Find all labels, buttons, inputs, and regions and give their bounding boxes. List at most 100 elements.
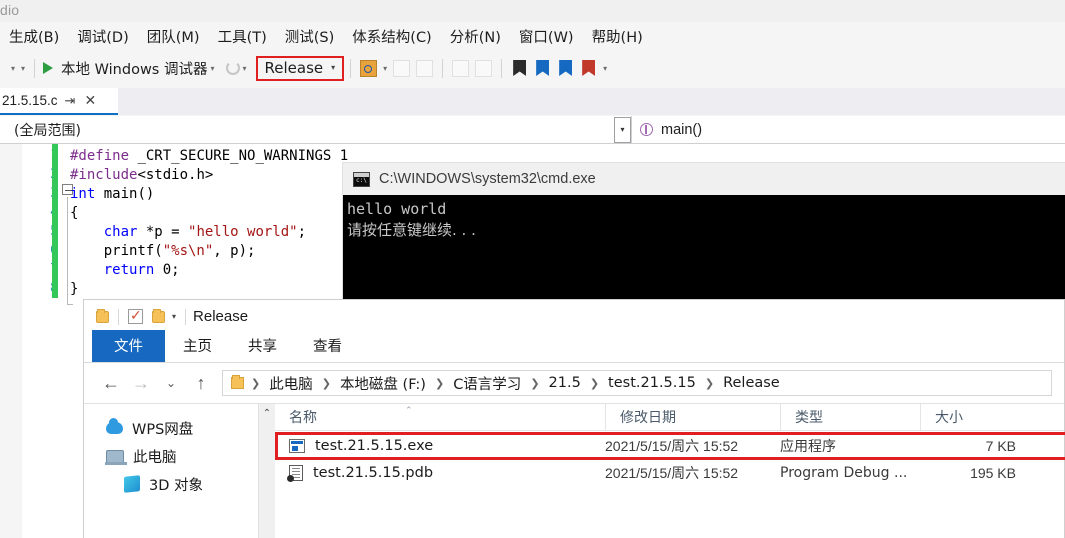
ribbon-tab-file[interactable]: 文件 [92,330,165,362]
recent-locations-caret-icon[interactable]: ⌄ [156,376,186,390]
solution-configuration-label: Release [264,58,324,77]
menu-debug[interactable]: 调试(D) [68,23,137,50]
nav-item-3d-objects[interactable]: 3D 对象 [84,470,258,498]
decrease-indent-icon[interactable] [452,59,470,77]
cmd-output-area: hello world 请按任意键继续. . . [343,195,1065,299]
nav-item-wps[interactable]: WPS网盘 [84,414,258,442]
start-debug-caret-icon[interactable]: ▾ [210,64,214,73]
command-prompt-window[interactable]: C:\WINDOWS\system32\cmd.exe hello world … [343,163,1065,299]
uncomment-selection-icon[interactable] [416,59,434,77]
quick-access-folder-icon[interactable] [96,308,109,323]
file-name-cell[interactable]: test.21.5.15.pdb [275,464,605,482]
start-debug-play-icon[interactable] [43,62,54,74]
cmd-output-line: 请按任意键继续. . . [347,221,476,239]
up-button[interactable]: ↑ [186,373,216,394]
file-type-cell: 应用程序 [780,438,836,455]
menu-tools[interactable]: 工具(T) [209,23,276,50]
menu-build[interactable]: 生成(B) [0,23,68,50]
refresh-icon[interactable] [225,61,240,75]
nav-item-label: 此电脑 [133,449,177,466]
code-line: printf("%s\n", p); [70,243,256,259]
column-header-date[interactable]: 修改日期 [605,403,780,431]
toggle-bookmark-icon[interactable] [513,60,526,76]
breadcrumb-separator: ❯ [530,377,540,390]
pin-icon[interactable]: ⇥ [65,93,76,109]
member-dropdown[interactable]: main() [632,116,1065,143]
increase-indent-icon[interactable] [475,59,493,77]
cmd-title-label: C:\WINDOWS\system32\cmd.exe [379,171,596,187]
editor-change-bar [52,144,58,298]
table-row[interactable]: test.21.5.15.pdb 2021/5/15/周六 15:52 Prog… [275,459,1064,486]
properties-checkbox-icon[interactable] [128,307,143,324]
previous-bookmark-icon[interactable] [536,60,549,76]
ribbon-tab-home[interactable]: 主页 [165,331,230,362]
menu-help[interactable]: 帮助(H) [583,23,652,50]
new-folder-icon[interactable] [152,308,165,323]
address-breadcrumb-field[interactable]: ❯ 此电脑 ❯ 本地磁盘 (F:) ❯ C语言学习 ❯ 21.5 ❯ test.… [222,370,1052,396]
ribbon-tab-view[interactable]: 查看 [295,331,360,362]
column-header-size[interactable]: 大小 [920,403,1030,431]
ribbon-tab-share[interactable]: 共享 [230,331,295,362]
menu-architecture[interactable]: 体系结构(C) [343,23,440,50]
document-tab-source-file[interactable]: 21.5.15.c ⇥ ✕ [0,88,118,115]
vs-title-text: dio [0,2,20,18]
member-dropdown-label: main() [661,121,703,138]
next-bookmark-icon[interactable] [559,60,572,76]
scroll-up-icon[interactable]: ⌃ [259,408,275,419]
screenshot-root: dio 生成(B) 调试(D) 团队(M) 工具(T) 测试(S) 体系结构(C… [0,0,1065,538]
find-in-files-icon[interactable] [360,59,378,77]
breadcrumb-separator: ❯ [434,377,445,390]
comment-selection-icon[interactable] [393,59,411,77]
title-separator-2 [185,308,187,325]
scope-dropdown-label: (全局范围) [14,122,81,139]
table-row[interactable]: test.21.5.15.exe 2021/5/15/周六 15:52 应用程序… [275,432,1064,459]
refresh-caret-icon[interactable]: ▾ [243,64,247,73]
forward-button[interactable]: → [126,373,156,394]
start-debug-label[interactable]: 本地 Windows 调试器 [61,58,207,79]
code-line: } [70,281,79,297]
pdb-icon [287,464,303,482]
file-name-cell[interactable]: test.21.5.15.exe [275,438,605,454]
method-icon [640,123,653,136]
file-list-pane[interactable]: 名称 ⌃ 修改日期 类型 大小 test.21.5.15.exe 2021/5/… [275,403,1065,538]
code-line: return 0; [103,262,180,278]
breadcrumb-separator: ❯ [321,377,331,390]
breadcrumb-separator: ❯ [251,377,261,390]
nav-item-label: 3D 对象 [149,477,203,494]
scope-dropdown[interactable]: (全局范围) ▾ [0,116,632,143]
column-header-type[interactable]: 类型 [780,403,920,431]
close-icon[interactable]: ✕ [84,92,96,109]
file-explorer-window[interactable]: ▾ Release 文件 主页 共享 查看 ← → ⌄ ↑ ❯ 此电脑 ❯ 本地… [83,299,1065,538]
solution-configuration-dropdown[interactable]: Release ▾ [255,55,345,81]
menu-window[interactable]: 窗口(W) [510,23,583,50]
outlining-end-marker [67,304,73,305]
breadcrumb-item-c-study[interactable]: C语言学习 [453,373,521,394]
vs-title-bar: dio [0,0,1065,22]
toolbar-overflow-caret-left[interactable]: ▾ [11,64,15,73]
clear-bookmarks-icon[interactable] [582,60,595,76]
back-button[interactable]: ← [96,373,126,394]
find-caret-icon[interactable]: ▾ [383,64,387,73]
navigation-pane-scrollbar[interactable]: ⌃ [258,404,275,538]
customize-quick-access-caret-icon[interactable]: ▾ [172,312,176,321]
column-header-name[interactable]: 名称 ⌃ [275,404,605,431]
column-header-label: 修改日期 [620,410,676,426]
toolbar-overflow-caret-left2[interactable]: ▾ [21,64,25,73]
toolbar-overflow-caret-right[interactable]: ▾ [603,64,607,73]
cmd-title-bar[interactable]: C:\WINDOWS\system32\cmd.exe [343,163,1065,195]
menu-test[interactable]: 测试(S) [276,23,344,50]
scope-dropdown-caret[interactable]: ▾ [614,116,631,143]
breadcrumb-item-21-5[interactable]: 21.5 [549,375,581,391]
nav-item-this-pc[interactable]: 此电脑 [84,442,258,470]
explorer-title-bar: ▾ Release [84,300,1064,333]
menu-team[interactable]: 团队(M) [138,23,209,50]
breadcrumb-item-drive-f[interactable]: 本地磁盘 (F:) [340,373,426,394]
breadcrumb-item-this-pc[interactable]: 此电脑 [269,373,313,394]
column-header-label: 大小 [935,410,963,426]
breadcrumb-item-test[interactable]: test.21.5.15 [608,375,696,391]
menu-analyze[interactable]: 分析(N) [441,23,510,50]
file-name-label: test.21.5.15.exe [315,437,434,454]
breadcrumb-item-release[interactable]: Release [723,375,780,391]
editor-indicator-margin [0,144,22,538]
file-rows: test.21.5.15.exe 2021/5/15/周六 15:52 应用程序… [275,432,1065,486]
